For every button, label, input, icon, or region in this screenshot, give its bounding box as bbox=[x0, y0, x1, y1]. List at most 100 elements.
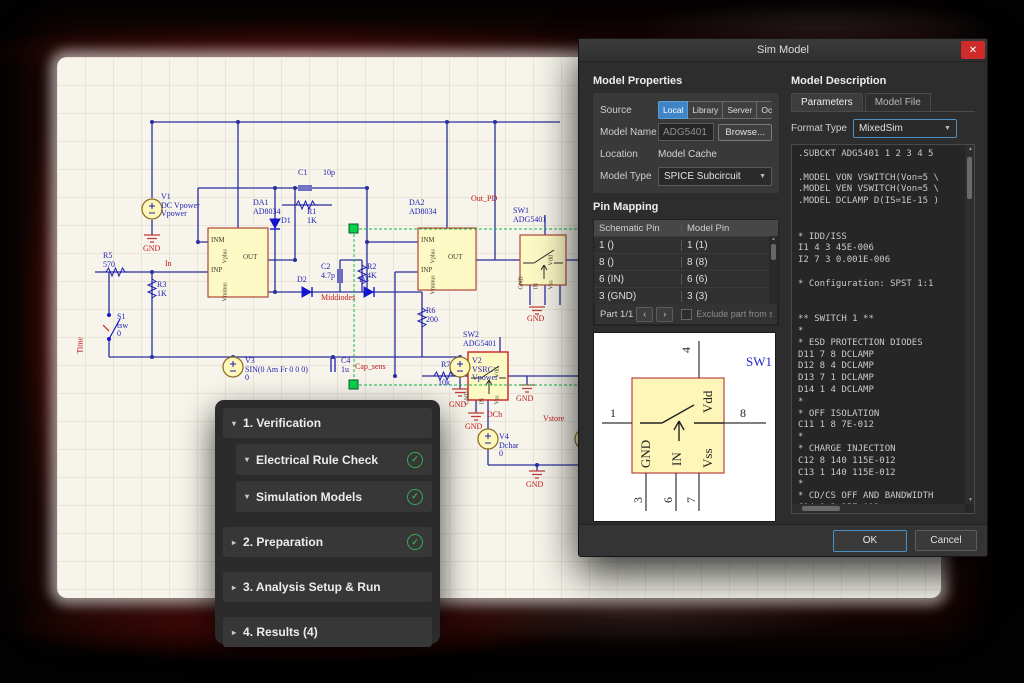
preview-pin-number: 1 bbox=[610, 406, 616, 420]
preview-pin-number: 6 bbox=[661, 497, 675, 503]
section-label: 2. Preparation bbox=[243, 535, 323, 549]
vertical-scrollbar[interactable]: ▲ ▼ bbox=[965, 145, 974, 504]
column-model-pin: Model Pin bbox=[682, 223, 778, 234]
section-label: 4. Results (4) bbox=[243, 625, 318, 639]
caret-down-icon: ▾ bbox=[245, 492, 249, 501]
gap bbox=[223, 518, 432, 527]
chevron-right-icon: › bbox=[663, 309, 666, 319]
item-label: Simulation Models bbox=[256, 490, 362, 504]
scroll-down-icon[interactable]: ▼ bbox=[968, 497, 973, 503]
caret-down-icon: ▾ bbox=[245, 455, 249, 464]
preview-pin-number: 8 bbox=[740, 406, 746, 420]
schematic-pin-cell: 6 (IN) bbox=[594, 274, 682, 285]
model-type-value: SPICE Subcircuit bbox=[664, 171, 741, 182]
section-label: 1. Verification bbox=[243, 416, 321, 430]
section-label: 3. Analysis Setup & Run bbox=[243, 580, 381, 594]
model-type-select[interactable]: SPICE Subcircuit ▼ bbox=[658, 167, 772, 186]
verification-section-3[interactable]: ▸ 3. Analysis Setup & Run bbox=[223, 572, 432, 602]
dialog-titlebar[interactable]: Sim Model ✕ bbox=[579, 39, 987, 62]
cancel-button[interactable]: Cancel bbox=[915, 530, 977, 551]
pin-mapping-footer: Part 1/1 ‹ › Exclude part from s bbox=[594, 304, 778, 325]
scrollbar-thumb[interactable] bbox=[802, 506, 840, 511]
table-row[interactable]: 3 (GND) 3 (3) bbox=[594, 287, 769, 304]
dialog-body: Model Properties Source Local Library Se… bbox=[579, 61, 987, 524]
source-segmented-control: Local Library Server Octopa bbox=[658, 101, 772, 119]
verification-item-simulation-models[interactable]: ▾ Simulation Models ✓ bbox=[236, 481, 432, 512]
schematic-pin-cell: 1 () bbox=[594, 240, 682, 251]
spice-model-code: .SUBCKT ADG5401 1 2 3 4 5 .MODEL VON VSW… bbox=[792, 145, 974, 514]
close-icon: ✕ bbox=[969, 45, 977, 56]
caret-down-icon: ▾ bbox=[232, 419, 236, 428]
check-circle-icon: ✓ bbox=[407, 534, 423, 550]
column-schematic-pin: Schematic Pin bbox=[594, 223, 682, 234]
schematic-pin-cell: 3 (GND) bbox=[594, 291, 682, 302]
table-row[interactable]: 1 () 1 (1) bbox=[594, 236, 769, 253]
location-label: Location bbox=[600, 149, 658, 160]
source-option-local[interactable]: Local bbox=[658, 101, 688, 119]
scroll-up-icon[interactable]: ▲ bbox=[968, 146, 973, 152]
horizontal-scrollbar[interactable] bbox=[792, 504, 965, 513]
model-name-label: Model Name bbox=[600, 127, 658, 138]
model-description-tabs: Parameters Model File bbox=[791, 93, 975, 112]
source-label: Source bbox=[600, 105, 658, 116]
scrollbar-thumb[interactable] bbox=[967, 157, 972, 199]
model-name-input[interactable] bbox=[658, 123, 714, 141]
verification-section-2[interactable]: ▸ 2. Preparation ✓ bbox=[223, 527, 432, 557]
model-pin-cell: 8 (8) bbox=[682, 257, 769, 268]
symbol-preview-drawing: 4 1 8 3 6 7 Vdd GND IN Vss SW1 bbox=[594, 333, 775, 521]
model-description-heading: Model Description bbox=[791, 75, 975, 87]
dialog-footer: OK Cancel bbox=[579, 524, 987, 556]
format-type-row: Format Type MixedSim ▼ bbox=[791, 119, 975, 138]
check-circle-icon: ✓ bbox=[407, 489, 423, 505]
ok-button[interactable]: OK bbox=[833, 530, 907, 552]
exclude-part-label: Exclude part from s bbox=[696, 309, 772, 319]
screenshot-root: V1 DC Vpower VpowerGNDR5 570InR3 1KTimeS… bbox=[0, 0, 1024, 683]
source-option-library[interactable]: Library bbox=[688, 101, 723, 119]
symbol-preview: 4 1 8 3 6 7 Vdd GND IN Vss SW1 bbox=[593, 332, 776, 522]
pin-mapping-table: Schematic Pin Model Pin 1 () 1 (1) 8 () … bbox=[593, 219, 779, 326]
source-option-octopart[interactable]: Octopa bbox=[757, 101, 772, 119]
preview-designator: SW1 bbox=[746, 354, 772, 369]
verification-panel: ▾ 1. Verification ▾ Electrical Rule Chec… bbox=[215, 400, 440, 644]
model-properties-column: Model Properties Source Local Library Se… bbox=[593, 75, 779, 522]
table-row[interactable]: 6 (IN) 6 (6) bbox=[594, 270, 769, 287]
source-option-server[interactable]: Server bbox=[723, 101, 757, 119]
browse-button[interactable]: Browse... bbox=[718, 124, 772, 141]
format-type-select[interactable]: MixedSim ▼ bbox=[853, 119, 957, 138]
caret-right-icon: ▸ bbox=[232, 583, 236, 592]
part-label: Part 1/1 bbox=[600, 309, 633, 320]
gap bbox=[223, 608, 432, 617]
verification-item-erc[interactable]: ▾ Electrical Rule Check ✓ bbox=[236, 444, 432, 475]
gap bbox=[223, 563, 432, 572]
verification-section-1[interactable]: ▾ 1. Verification bbox=[223, 408, 432, 438]
table-row[interactable]: 8 () 8 (8) bbox=[594, 253, 769, 270]
model-type-label: Model Type bbox=[600, 171, 658, 182]
model-properties-panel: Source Local Library Server Octopa Model… bbox=[593, 93, 779, 193]
check-circle-icon: ✓ bbox=[407, 452, 423, 468]
pin-table-scrollbar[interactable]: ▲ bbox=[769, 236, 778, 304]
scrollbar-thumb[interactable] bbox=[771, 244, 776, 260]
pin-mapping-header: Schematic Pin Model Pin bbox=[594, 220, 778, 236]
scroll-up-icon[interactable]: ▲ bbox=[771, 236, 776, 242]
exclude-part-checkbox[interactable] bbox=[681, 309, 692, 320]
pin-mapping-body: 1 () 1 (1) 8 () 8 (8) 6 (IN) 6 (6) 3 ( bbox=[594, 236, 778, 304]
caret-right-icon: ▸ bbox=[232, 538, 236, 547]
model-pin-cell: 6 (6) bbox=[682, 274, 769, 285]
sim-model-dialog: Sim Model ✕ Model Properties Source Loca… bbox=[578, 38, 988, 557]
location-value: Model Cache bbox=[658, 149, 717, 160]
preview-pin-name-vss: Vss bbox=[700, 448, 715, 468]
previous-part-button[interactable]: ‹ bbox=[636, 307, 653, 322]
preview-pin-name-vdd: Vdd bbox=[700, 390, 715, 413]
chevron-left-icon: ‹ bbox=[643, 309, 646, 319]
item-label: Electrical Rule Check bbox=[256, 453, 378, 467]
spice-model-textarea[interactable]: .SUBCKT ADG5401 1 2 3 4 5 .MODEL VON VSW… bbox=[791, 144, 975, 514]
tab-model-file[interactable]: Model File bbox=[865, 93, 931, 111]
tab-parameters[interactable]: Parameters bbox=[791, 93, 863, 111]
next-part-button[interactable]: › bbox=[656, 307, 673, 322]
preview-pin-number: 4 bbox=[679, 347, 693, 353]
model-properties-heading: Model Properties bbox=[593, 75, 779, 87]
chevron-down-icon: ▼ bbox=[759, 173, 766, 180]
close-button[interactable]: ✕ bbox=[961, 41, 985, 59]
preview-pin-number: 3 bbox=[631, 497, 645, 503]
verification-section-4[interactable]: ▸ 4. Results (4) bbox=[223, 617, 432, 647]
